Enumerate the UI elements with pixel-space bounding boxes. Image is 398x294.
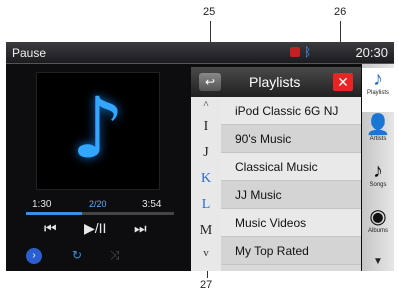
next-button[interactable]: ⏭ [134, 220, 147, 237]
sidebar-scroll-down-icon[interactable]: ▼ [362, 256, 394, 267]
close-button[interactable]: ✕ [333, 73, 353, 91]
music-note-icon: ♪ [71, 79, 125, 177]
sidebar-item-artists[interactable]: 👤 Artists [362, 114, 394, 158]
disc-icon: ◉ [369, 206, 387, 228]
back-button[interactable]: ↩ [199, 73, 221, 91]
sidebar-label-playlists: Playlists [366, 90, 389, 96]
callout-25: 25 [203, 6, 216, 18]
clock: 20:30 [355, 45, 388, 60]
playlist-list: iPod Classic 6G NJ 90's Music Classical … [221, 97, 361, 265]
callout-26: 26 [334, 6, 347, 18]
music-note-icon: ♪ [373, 160, 383, 182]
callout-27: 27 [200, 279, 213, 291]
alphabet-index[interactable]: ^ I J K L M v [191, 97, 221, 271]
playlist-item[interactable]: Music Videos [221, 209, 361, 237]
repeat-icon[interactable]: ↻ [72, 248, 82, 262]
progress-fill [26, 212, 83, 215]
sidebar-item-playlists[interactable]: ♪ Playlists [362, 68, 394, 112]
alert-indicator-icon [290, 47, 300, 57]
alphabet-letter-k[interactable]: K [191, 171, 221, 187]
alphabet-letter-l[interactable]: L [191, 197, 221, 213]
progress-bar[interactable] [26, 212, 174, 215]
sidebar-label-songs: Songs [369, 182, 387, 188]
sidebar-label-albums: Albums [367, 228, 388, 234]
playlist-panel: ↩ Playlists ✕ ^ I J K L M v iPod Classic… [191, 67, 361, 271]
status-bar: Pause ᛒ 20:30 [6, 42, 394, 64]
sidebar-label-artists: Artists [369, 136, 387, 142]
person-icon: 👤 [365, 114, 391, 136]
device-screen: Pause ᛒ 20:30 ♪ 1:30 2/20 3:54 ⏮ ▶/II ⏭ … [6, 42, 394, 271]
alphabet-scroll-down[interactable]: v [191, 247, 221, 259]
elapsed-time: 1:30 [32, 199, 52, 210]
playback-status: Pause [12, 46, 47, 60]
alphabet-letter-j[interactable]: J [191, 145, 221, 161]
category-sidebar: ♪ Playlists 👤 Artists ♪ Songs ◉ Albums ▼ [362, 64, 394, 271]
playlist-header: ↩ Playlists ✕ [191, 67, 361, 97]
more-button[interactable]: › [26, 248, 42, 264]
total-time: 3:54 [142, 199, 162, 210]
shuffle-icon[interactable]: ⤨ [110, 248, 120, 263]
playlist-item[interactable]: 90's Music [221, 125, 361, 153]
sidebar-item-albums[interactable]: ◉ Albums [362, 206, 394, 250]
playlist-item[interactable]: JJ Music [221, 181, 361, 209]
alphabet-scroll-up[interactable]: ^ [191, 99, 221, 111]
playlist-title: Playlists [249, 74, 301, 90]
track-count: 2/20 [89, 199, 107, 209]
bluetooth-icon: ᛒ [304, 45, 312, 59]
alphabet-letter-i[interactable]: I [191, 119, 221, 135]
previous-button[interactable]: ⏮ [44, 220, 57, 237]
music-note-icon: ♪ [373, 68, 383, 90]
play-pause-button[interactable]: ▶/II [84, 220, 106, 237]
album-art: ♪ [36, 72, 160, 190]
playlist-item[interactable]: iPod Classic 6G NJ [221, 97, 361, 125]
alphabet-letter-m[interactable]: M [191, 223, 221, 239]
playlist-item[interactable]: My Top Rated [221, 237, 361, 265]
playlist-item[interactable]: Classical Music [221, 153, 361, 181]
sidebar-item-songs[interactable]: ♪ Songs [362, 160, 394, 204]
